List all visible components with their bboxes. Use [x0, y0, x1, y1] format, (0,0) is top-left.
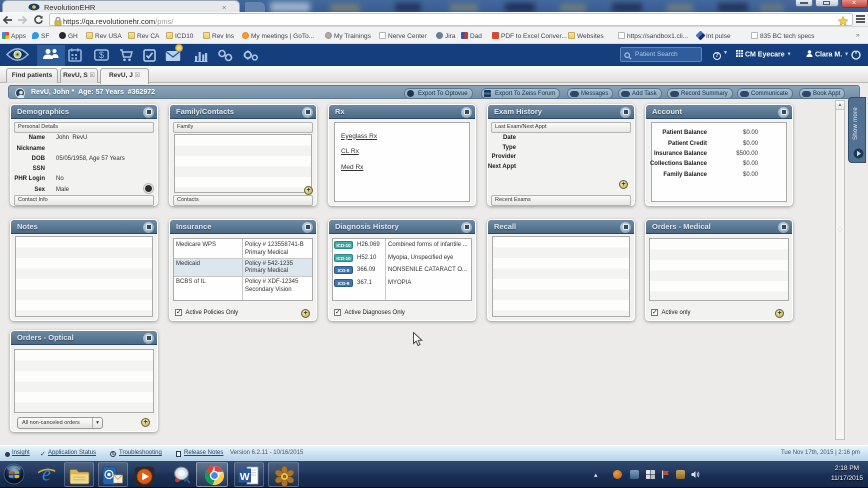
svg-text:e: e: [42, 463, 51, 484]
svg-text:W: W: [240, 471, 250, 483]
svg-text:$: $: [99, 50, 104, 60]
